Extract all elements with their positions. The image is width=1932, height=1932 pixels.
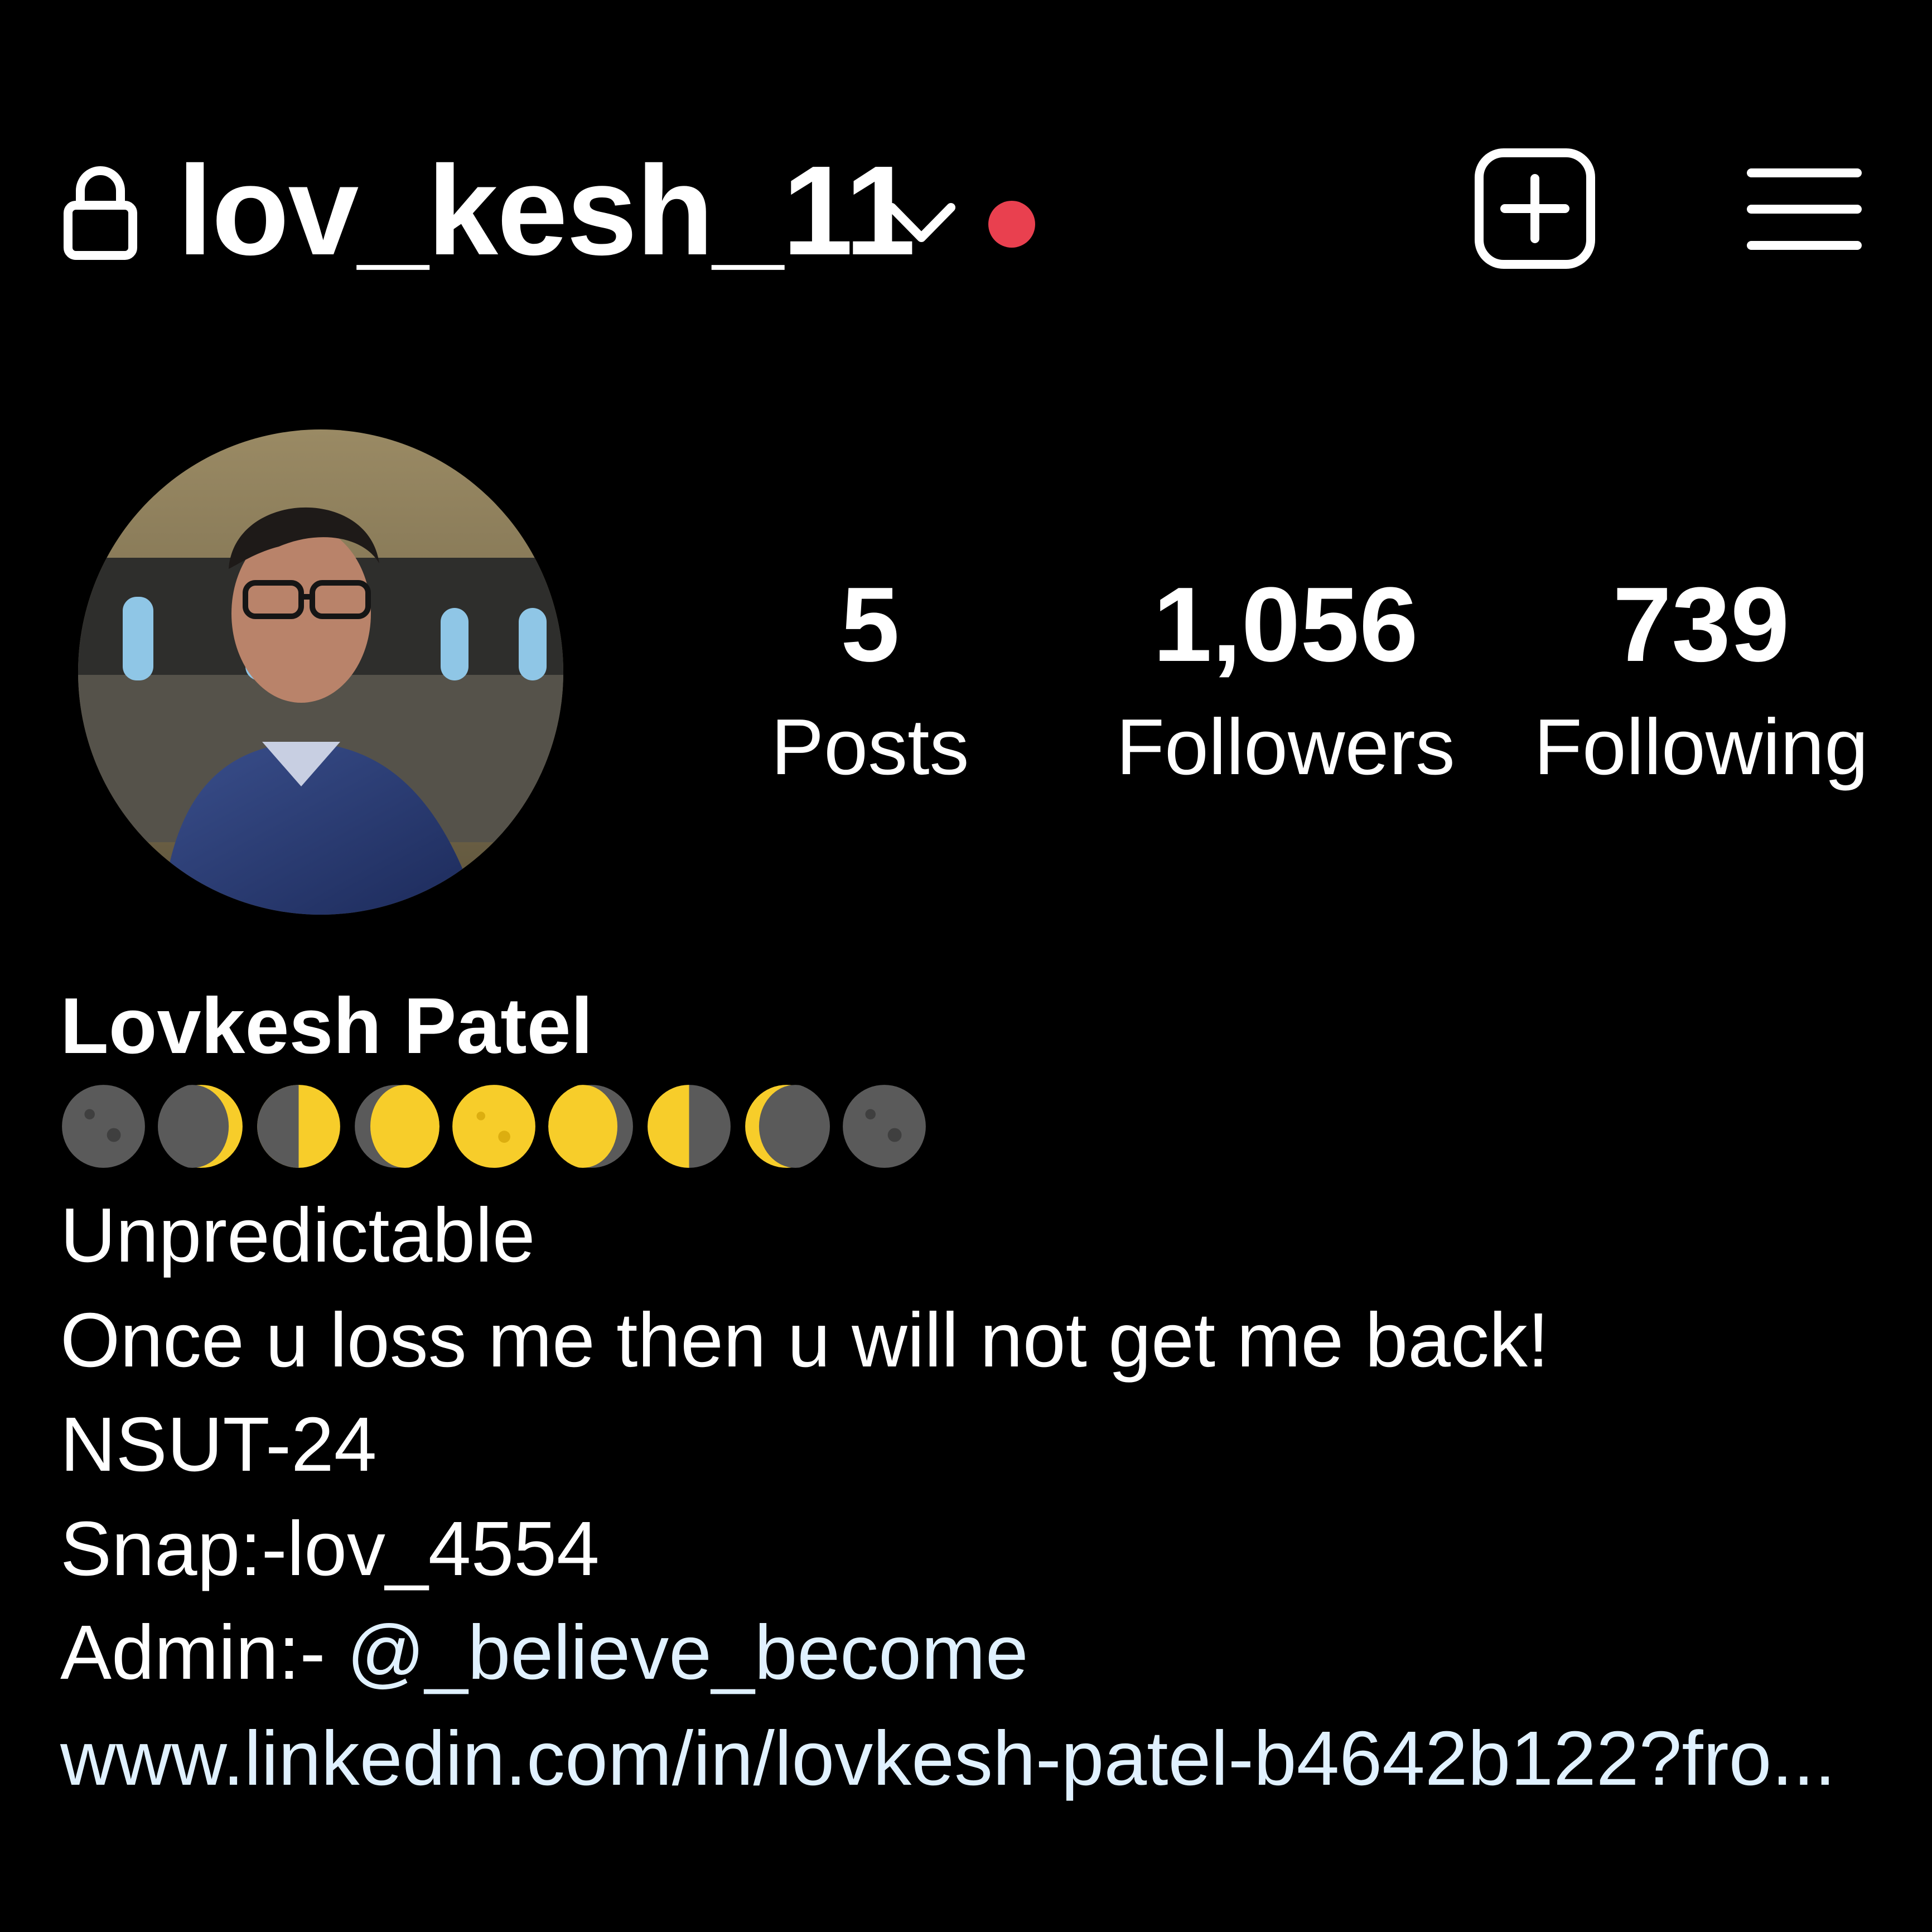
- profile-header: lov_kesh_11: [0, 0, 1932, 312]
- chevron-down-icon[interactable]: [884, 195, 959, 251]
- waxing-crescent-moon-icon: [158, 1085, 243, 1168]
- username-switcher[interactable]: lov_kesh_11: [177, 138, 916, 283]
- last-quarter-moon-icon: [648, 1085, 731, 1168]
- profile-avatar[interactable]: [78, 429, 563, 915]
- profile-screen: lov_kesh_11 5 Posts 1,056 Followers 739 …: [0, 0, 1932, 1932]
- following-label: Following: [1534, 703, 1868, 791]
- bio-line: NSUT-24: [60, 1402, 377, 1487]
- bio-line: Once u loss me then u will not get me ba…: [60, 1297, 1549, 1383]
- followers-label: Followers: [1116, 703, 1455, 791]
- notification-dot: [988, 201, 1035, 248]
- admin-prefix: Admin:-: [60, 1610, 347, 1696]
- waning-gibbous-moon-icon: [548, 1085, 633, 1168]
- waning-crescent-moon-icon: [745, 1085, 830, 1168]
- new-post-button[interactable]: [1472, 146, 1597, 271]
- posts-label: Posts: [771, 703, 969, 791]
- website-link[interactable]: www.linkedin.com/in/lovkesh-patel-b4642b…: [60, 1711, 1890, 1806]
- moon-phase-emojis: [60, 1083, 928, 1172]
- followers-count[interactable]: 1,056 Followers: [1102, 563, 1470, 798]
- new-moon-icon: [62, 1085, 145, 1168]
- posts-count[interactable]: 5 Posts: [764, 563, 976, 798]
- lock-icon: [64, 166, 137, 260]
- bio-line: Snap:-lov_4554: [60, 1506, 600, 1592]
- full-moon-icon: [452, 1085, 535, 1168]
- hamburger-menu-icon[interactable]: [1746, 162, 1863, 257]
- first-quarter-moon-icon: [257, 1085, 340, 1168]
- new-moon-icon: [843, 1085, 926, 1168]
- admin-handle-link[interactable]: @_believe_become: [347, 1610, 1028, 1696]
- bio-admin-line: Admin:- @_believe_become: [60, 1605, 1028, 1700]
- bio-line: Unpredictable: [60, 1192, 535, 1278]
- followers-number: 1,056: [1153, 566, 1418, 684]
- following-number: 739: [1612, 566, 1790, 684]
- posts-number: 5: [841, 566, 900, 684]
- waxing-gibbous-moon-icon: [355, 1085, 439, 1168]
- display-name: Lovkesh Patel: [60, 982, 593, 1070]
- following-count[interactable]: 739 Following: [1517, 563, 1885, 798]
